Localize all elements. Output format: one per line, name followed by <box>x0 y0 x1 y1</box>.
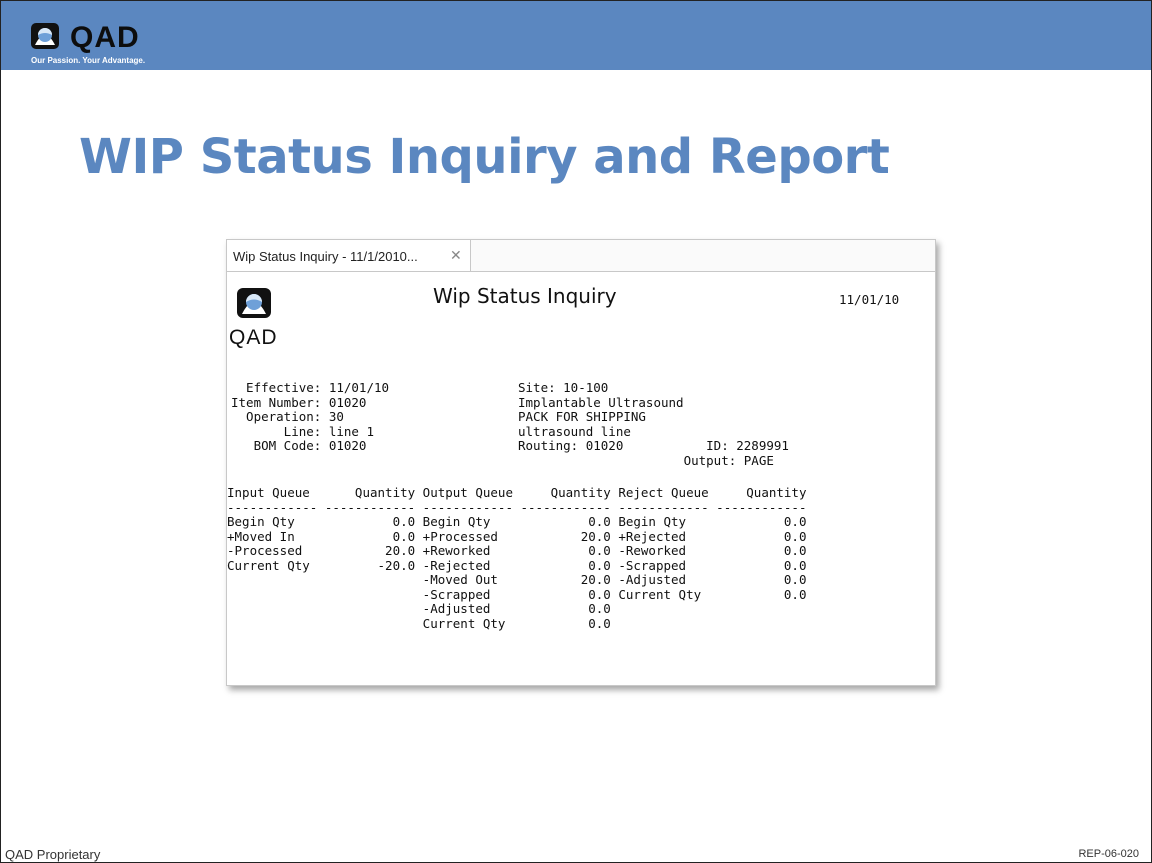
tab-wip-status-inquiry[interactable]: Wip Status Inquiry - 11/1/2010... ✕ <box>227 240 471 271</box>
slide: QAD Our Passion. Your Advantage. WIP Sta… <box>0 0 1152 863</box>
header-bar: QAD Our Passion. Your Advantage. <box>1 1 1151 70</box>
tab-strip: Wip Status Inquiry - 11/1/2010... ✕ <box>227 240 935 272</box>
logo-tagline: Our Passion. Your Advantage. <box>31 56 146 65</box>
queue-table: Input Queue Quantity Output Queue Quanti… <box>227 485 807 631</box>
report-header-right: Site: 10-100 Implantable Ultrasound PACK… <box>518 380 789 468</box>
report-title: Wip Status Inquiry <box>433 284 617 308</box>
report-content: QAD Wip Status Inquiry 11/01/10 Effectiv… <box>227 271 935 685</box>
footer-proprietary: QAD Proprietary <box>5 847 101 862</box>
tab-label: Wip Status Inquiry - 11/1/2010... <box>233 249 418 264</box>
report-header-left: Effective: 11/01/10 Item Number: 01020 O… <box>231 380 390 453</box>
logo-wordmark: QAD <box>70 21 140 54</box>
report-window: Wip Status Inquiry - 11/1/2010... ✕ QAD … <box>226 239 936 686</box>
page-title: WIP Status Inquiry and Report <box>79 129 890 185</box>
report-logo-wordmark: QAD <box>229 326 278 349</box>
qad-report-logo-icon <box>237 288 271 318</box>
close-icon[interactable]: ✕ <box>450 247 462 264</box>
qad-logo-icon <box>31 23 59 49</box>
footer-slide-code: REP-06-020 <box>1078 848 1139 860</box>
report-date: 11/01/10 <box>839 292 900 307</box>
